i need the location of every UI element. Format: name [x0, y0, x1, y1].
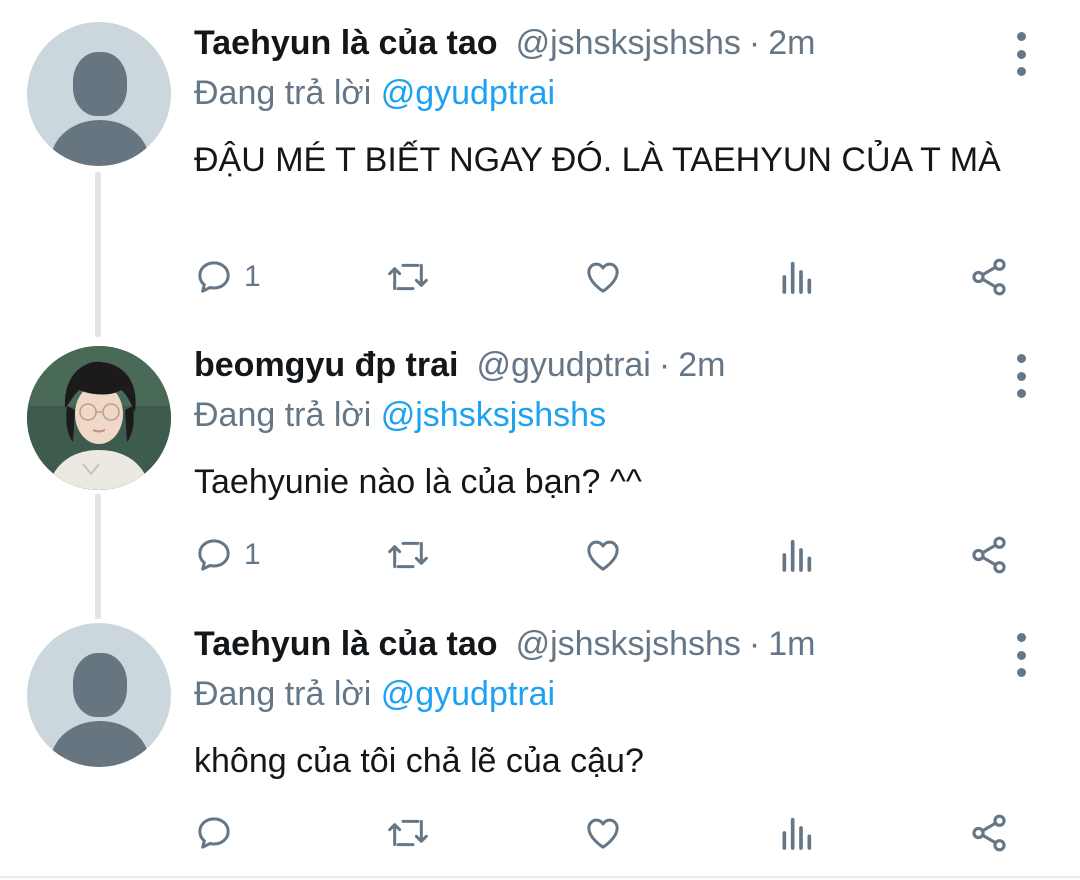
profile-photo-image: [27, 346, 171, 490]
default-avatar-shoulders: [51, 721, 149, 767]
replying-to-label: Đang trả lời: [194, 396, 372, 434]
tweet-actions: [194, 808, 1024, 858]
tweet[interactable]: Taehyun là của tao @jshsksjshshs · 1m Đa…: [0, 615, 1080, 877]
tweet-actions: 1: [194, 530, 1024, 580]
user-handle[interactable]: @jshsksjshshs: [516, 24, 741, 63]
share-icon: [972, 258, 1006, 296]
separator-dot: ·: [748, 24, 761, 62]
like-icon: [587, 818, 619, 849]
replying-to-label: Đang trả lời: [194, 74, 372, 112]
like-button[interactable]: [582, 252, 624, 302]
timestamp[interactable]: 2m: [768, 24, 815, 63]
user-handle[interactable]: @jshsksjshshs: [516, 625, 741, 664]
replying-to-label: Đang trả lời: [194, 675, 372, 713]
more-icon[interactable]: [1006, 354, 1036, 398]
retweet-icon: [388, 819, 428, 847]
timestamp[interactable]: 2m: [678, 346, 725, 385]
reply-count: 1: [244, 260, 261, 293]
user-handle[interactable]: @gyudptrai: [476, 346, 650, 385]
like-icon: [587, 540, 619, 571]
tweet-header: beomgyu đp trai @gyudptrai · 2m: [194, 346, 1040, 396]
tweet-text: Taehyunie nào là của bạn? ^^: [194, 463, 642, 501]
analytics-button[interactable]: [778, 808, 814, 858]
separator-dot: ·: [658, 346, 671, 384]
separator-dot: ·: [748, 625, 761, 663]
retweet-icon: [388, 541, 428, 569]
reply-icon: [198, 817, 230, 849]
share-icon: [972, 814, 1006, 852]
display-name[interactable]: Taehyun là của tao: [194, 24, 498, 63]
replying-to: Đang trả lời @gyudptrai: [194, 675, 1040, 725]
reply-icon: [198, 261, 230, 293]
share-button[interactable]: [968, 252, 1010, 302]
display-name[interactable]: Taehyun là của tao: [194, 625, 498, 664]
tweet-actions: 1: [194, 252, 1024, 302]
tweet-header: Taehyun là của tao @jshsksjshshs · 1m: [194, 625, 1040, 675]
more-icon[interactable]: [1006, 32, 1036, 76]
reply-mention-link[interactable]: @gyudptrai: [381, 74, 555, 112]
analytics-icon: [782, 817, 812, 850]
tweet[interactable]: Taehyun là của tao @jshsksjshshs · 2m Đa…: [0, 0, 1080, 330]
analytics-icon: [782, 261, 812, 294]
avatar[interactable]: [27, 623, 171, 767]
replying-to: Đang trả lời @jshsksjshshs: [194, 396, 1040, 446]
reply-button[interactable]: 1: [194, 252, 261, 302]
share-button[interactable]: [968, 530, 1010, 580]
reply-mention-link[interactable]: @jshsksjshshs: [381, 396, 606, 434]
reply-button[interactable]: 1: [194, 530, 261, 580]
retweet-button[interactable]: [384, 530, 432, 580]
retweet-button[interactable]: [384, 808, 432, 858]
analytics-button[interactable]: [778, 530, 814, 580]
retweet-button[interactable]: [384, 252, 432, 302]
like-icon: [587, 262, 619, 293]
more-icon[interactable]: [1006, 633, 1036, 677]
tweet[interactable]: beomgyu đp trai @gyudptrai · 2m Đang trả…: [0, 330, 1080, 615]
timestamp[interactable]: 1m: [768, 625, 815, 664]
avatar[interactable]: [27, 22, 171, 166]
avatar[interactable]: [27, 346, 171, 490]
retweet-icon: [388, 263, 428, 291]
reply-icon: [198, 539, 230, 571]
like-button[interactable]: [582, 808, 624, 858]
like-button[interactable]: [582, 530, 624, 580]
tweet-text: không của tôi chả lẽ của cậu?: [194, 742, 644, 780]
reply-button[interactable]: [194, 808, 244, 858]
share-icon: [972, 536, 1006, 574]
reply-mention-link[interactable]: @gyudptrai: [381, 675, 555, 713]
analytics-button[interactable]: [778, 252, 814, 302]
share-button[interactable]: [968, 808, 1010, 858]
replying-to: Đang trả lời @gyudptrai: [194, 74, 1040, 124]
analytics-icon: [782, 539, 812, 572]
reply-count: 1: [244, 538, 261, 571]
tweet-header: Taehyun là của tao @jshsksjshshs · 2m: [194, 24, 1040, 74]
display-name[interactable]: beomgyu đp trai: [194, 346, 458, 385]
default-avatar-shoulders: [51, 120, 149, 166]
bottom-divider: [0, 876, 1080, 878]
default-avatar-head: [73, 653, 127, 717]
tweet-text: ĐẬU MÉ T BIẾT NGAY ĐÓ. LÀ TAEHYUN CỦA T …: [194, 141, 1001, 179]
default-avatar-head: [73, 52, 127, 116]
